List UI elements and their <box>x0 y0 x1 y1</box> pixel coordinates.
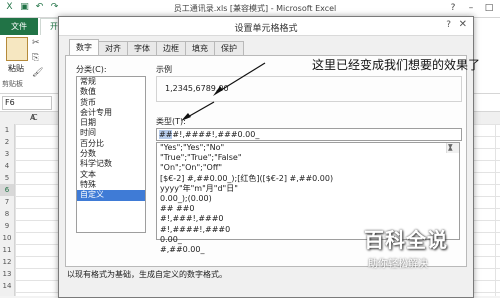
category-item[interactable]: 百分比 <box>77 139 145 149</box>
annotation-text: 这里已经变成我们想要的效果了 <box>312 58 481 72</box>
row-header-selected[interactable]: 6 <box>0 184 14 196</box>
copy-icon[interactable]: ⎘ <box>32 53 43 63</box>
clipboard-group-label: 剪贴板 <box>2 80 23 88</box>
row-header[interactable]: 12 <box>0 256 14 268</box>
tab-font[interactable]: 字体 <box>127 41 157 55</box>
category-item[interactable]: 货币 <box>77 98 145 108</box>
watermark: 百科全说 助你轻松解决 <box>364 224 484 270</box>
dialog-help-icon[interactable]: ? <box>446 20 451 30</box>
dialog-close-icon[interactable]: ✕ <box>459 19 467 30</box>
type-list-item[interactable]: yyyy"年"m"月"d"日" <box>157 184 459 194</box>
row-header[interactable]: 10 <box>0 232 14 244</box>
type-input[interactable]: ###!,####!,###0.00_ <box>156 128 462 141</box>
category-item[interactable]: 特殊 <box>77 180 145 190</box>
row-header[interactable]: 9 <box>0 220 14 232</box>
tab-alignment[interactable]: 对齐 <box>98 41 128 55</box>
maximize-icon[interactable]: □ <box>480 1 498 15</box>
row-headers: 1 2 3 4 5 6 7 8 9 10 11 12 13 14 <box>0 124 15 296</box>
tab-number[interactable]: 数字 <box>69 39 99 55</box>
dialog-tabs: 数字 对齐 字体 边框 填充 保护 <box>69 39 244 55</box>
category-item[interactable]: 日期 <box>77 118 145 128</box>
help-icon[interactable]: ? <box>444 1 462 15</box>
category-item[interactable]: 常规 <box>77 77 145 87</box>
type-list-item[interactable]: ## ##0 <box>157 204 459 214</box>
paste-label: 粘贴 <box>8 64 24 73</box>
type-list-item[interactable]: [$€-2] #,##0.00_);[红色]([$€-2] #,##0.00) <box>157 174 459 184</box>
clipboard-icon <box>6 37 28 61</box>
row-header[interactable]: 8 <box>0 208 14 220</box>
type-list-item[interactable]: "True";"True";"False" <box>157 153 459 163</box>
row-header[interactable]: 7 <box>0 196 14 208</box>
clipboard-tools: ✂ ⎘ 🖌 <box>32 38 43 78</box>
row-header[interactable]: 3 <box>0 148 14 160</box>
type-list-item[interactable]: 0.00_);(0.00) <box>157 194 459 204</box>
category-list[interactable]: 常规 数值 货币 会计专用 日期 时间 百分比 分数 科学记数 文本 特殊 自定… <box>76 76 146 233</box>
category-label: 分类(C): <box>76 65 107 74</box>
category-item[interactable]: 时间 <box>77 128 145 138</box>
type-input-selection: ## <box>159 130 173 139</box>
window-controls: ? – □ <box>444 1 498 15</box>
watermark-title: 百科全说 <box>364 228 448 252</box>
row-header[interactable]: 1 <box>0 124 14 136</box>
quick-access-toolbar: X ▣ ↶ ↷ <box>4 2 60 13</box>
sample-box: 1,2345,6789.00 <box>156 76 462 102</box>
minimize-icon[interactable]: – <box>462 1 480 15</box>
scroll-down-icon[interactable]: ▼ <box>448 142 453 152</box>
row-header[interactable]: 13 <box>0 268 14 280</box>
row-header[interactable]: 4 <box>0 160 14 172</box>
column-header-c[interactable]: C <box>32 113 38 122</box>
annotation-arrow-icon <box>213 62 266 96</box>
type-list-item[interactable]: #!,###!,###0 <box>157 214 459 224</box>
type-arrow-icon <box>181 101 215 121</box>
undo-icon[interactable]: ↶ <box>34 2 45 13</box>
tab-fill[interactable]: 填充 <box>185 41 215 55</box>
row-header[interactable]: 5 <box>0 172 14 184</box>
type-list-scrollbar[interactable]: ▲ ▼ <box>446 142 459 154</box>
type-list-item[interactable]: "Yes";"Yes";"No" <box>157 143 459 153</box>
category-item[interactable]: 科学记数 <box>77 159 145 169</box>
excel-window-title: 员工通讯录.xls [兼容模式] - Microsoft Excel <box>173 4 337 13</box>
dialog-title-bar: 设置单元格格式 ? ✕ <box>59 17 473 36</box>
row-header[interactable]: 14 <box>0 280 14 292</box>
dialog-title: 设置单元格格式 <box>234 24 298 34</box>
tab-border[interactable]: 边框 <box>156 41 186 55</box>
format-painter-icon[interactable]: 🖌 <box>32 68 43 78</box>
type-list-item[interactable]: "On";"On";"Off" <box>157 163 459 173</box>
category-item-selected[interactable]: 自定义 <box>77 190 145 201</box>
paste-button[interactable]: 粘贴 <box>4 37 28 74</box>
sample-label: 示例 <box>156 65 172 74</box>
category-item[interactable]: 文本 <box>77 170 145 180</box>
save-icon[interactable]: ▣ <box>19 2 30 13</box>
name-box[interactable]: F6 <box>2 96 52 110</box>
format-description: 以现有格式为基础，生成自定义的数字格式。 <box>67 270 227 279</box>
cut-icon[interactable]: ✂ <box>32 38 43 48</box>
category-item[interactable]: 分数 <box>77 149 145 159</box>
row-header[interactable]: 11 <box>0 244 14 256</box>
category-item[interactable]: 会计专用 <box>77 108 145 118</box>
file-tab[interactable]: 文件 <box>0 18 38 35</box>
watermark-subtitle: 助你轻松解决 <box>368 259 428 270</box>
category-item[interactable]: 数值 <box>77 87 145 97</box>
row-header[interactable]: 2 <box>0 136 14 148</box>
type-input-text: #!,####!,###0.00_ <box>172 130 260 139</box>
redo-icon[interactable]: ↷ <box>49 2 60 13</box>
excel-logo-icon: X <box>6 2 13 12</box>
tab-protection[interactable]: 保护 <box>214 41 244 55</box>
